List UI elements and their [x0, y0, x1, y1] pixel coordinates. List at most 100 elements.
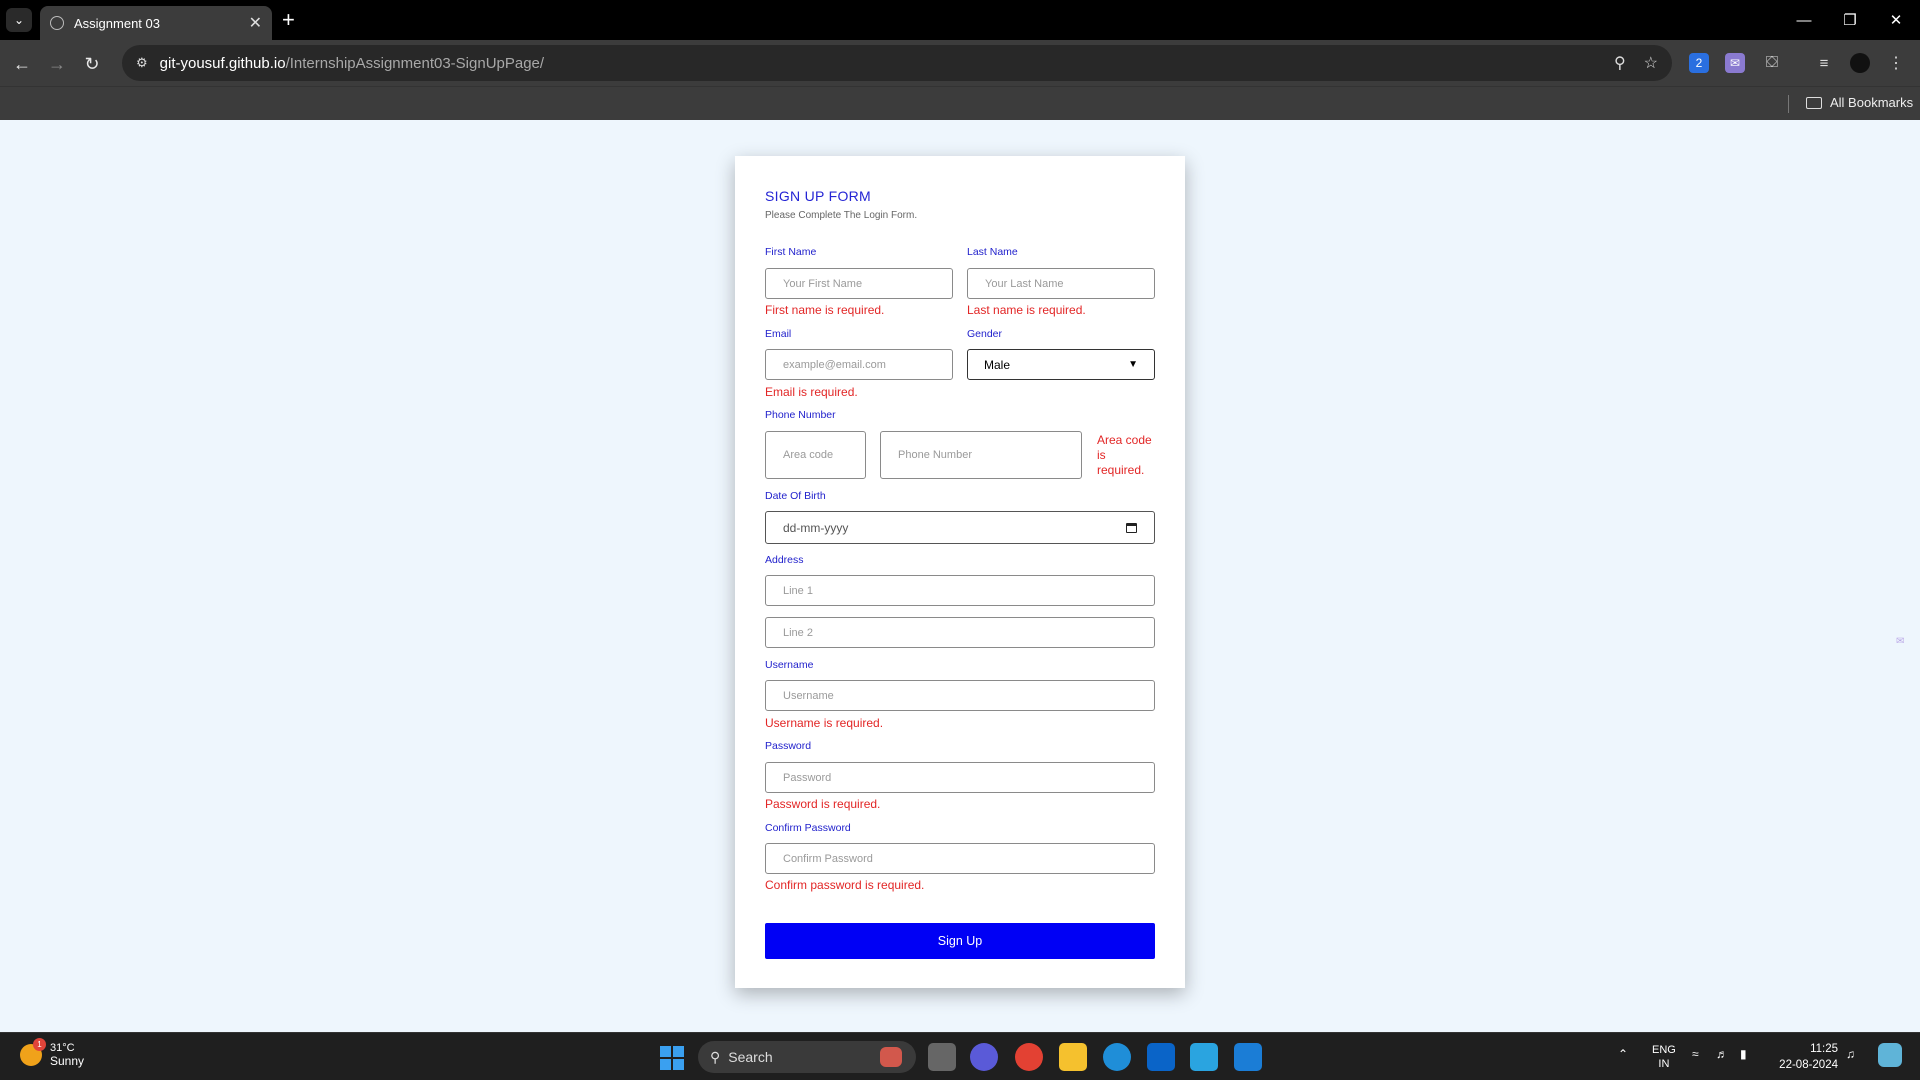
chrome-icon[interactable]: [1015, 1043, 1043, 1071]
url-host: git-yousuf.github.io: [159, 54, 286, 72]
last-name-error: Last name is required.: [967, 303, 1086, 317]
username-label: Username: [765, 659, 814, 671]
email-error: Email is required.: [765, 385, 858, 399]
dob-input[interactable]: dd-mm-yyyy: [765, 511, 1155, 544]
password-error: Password is required.: [765, 797, 881, 811]
language-indicator[interactable]: ENG IN: [1652, 1043, 1676, 1071]
battery-icon[interactable]: ▮: [1740, 1047, 1747, 1061]
gender-label: Gender: [967, 328, 1003, 340]
teams-chat-icon[interactable]: [970, 1043, 998, 1071]
phone-number-input[interactable]: [880, 431, 1082, 479]
outlook-icon[interactable]: [1147, 1043, 1175, 1071]
area-code-input[interactable]: [765, 431, 866, 479]
tray-overflow-icon[interactable]: ⌃: [1618, 1047, 1628, 1061]
extensions-puzzle-icon[interactable]: ⛋: [1762, 53, 1782, 73]
gender-select[interactable]: Male ▼: [967, 349, 1155, 380]
area-code-error-line: Area code: [1097, 433, 1152, 447]
copilot-icon[interactable]: [1878, 1043, 1902, 1067]
globe-icon: [50, 16, 64, 30]
dob-placeholder: dd-mm-yyyy: [783, 520, 849, 535]
browser-tab[interactable]: Assignment 03 ✕: [40, 6, 272, 40]
tab-title: Assignment 03: [74, 15, 160, 31]
bookmarks-separator: [1788, 95, 1789, 113]
side-panel-icon[interactable]: ✉: [1896, 636, 1914, 654]
form-subtitle: Please Complete The Login Form.: [765, 210, 918, 221]
sun-icon: 1: [20, 1038, 46, 1066]
all-bookmarks-button[interactable]: All Bookmarks: [1806, 95, 1913, 110]
back-icon[interactable]: ←: [10, 52, 34, 76]
vscode-icon[interactable]: [1234, 1043, 1262, 1071]
clock-date: 22-08-2024: [1779, 1059, 1838, 1071]
desktop-app-icon[interactable]: [1190, 1043, 1218, 1071]
address-bar[interactable]: ⚙ git-yousuf.github.io/InternshipAssignm…: [122, 45, 1672, 81]
volume-icon[interactable]: ♬: [1716, 1047, 1728, 1061]
last-name-input[interactable]: [967, 268, 1155, 299]
first-name-input[interactable]: [765, 268, 953, 299]
reload-icon[interactable]: ↻: [80, 52, 104, 76]
search-icon: ⚲: [710, 1048, 721, 1065]
password-input[interactable]: [765, 762, 1155, 793]
forward-icon[interactable]: →: [45, 52, 69, 76]
tab-search-chevron-icon[interactable]: ⌄: [6, 8, 32, 32]
address-line2-input[interactable]: [765, 617, 1155, 648]
username-error: Username is required.: [765, 716, 884, 730]
notification-bell-icon[interactable]: ♫: [1846, 1047, 1855, 1061]
close-tab-icon[interactable]: ✕: [249, 13, 262, 33]
dob-label: Date Of Birth: [765, 490, 826, 502]
sign-up-button[interactable]: Sign Up: [765, 923, 1155, 959]
address-label: Address: [765, 554, 804, 566]
new-tab-icon[interactable]: +: [282, 6, 295, 34]
email-input[interactable]: [765, 349, 953, 380]
windows-start-icon[interactable]: [660, 1046, 684, 1070]
restore-icon[interactable]: ❐: [1827, 0, 1873, 40]
windows-taskbar: 1 31°C Sunny ⚲ Search ⌃ ENG IN ≈ ♬ ▮ 11:…: [0, 1032, 1920, 1080]
bookmark-star-icon[interactable]: ☆: [1644, 53, 1658, 73]
area-code-error-line: is: [1097, 448, 1106, 462]
extension-mail-icon[interactable]: ✉: [1725, 53, 1745, 73]
taskbar-search-label: Search: [728, 1049, 773, 1065]
password-label: Password: [765, 740, 812, 752]
gender-selected-value: Male: [984, 357, 1011, 372]
profile-avatar[interactable]: [1850, 53, 1870, 73]
chevron-down-icon: ▼: [1128, 359, 1138, 370]
wifi-icon[interactable]: ≈: [1692, 1047, 1699, 1061]
all-bookmarks-label: All Bookmarks: [1830, 95, 1914, 110]
taskbar-search[interactable]: ⚲ Search: [698, 1041, 916, 1073]
clock[interactable]: 11:25 22-08-2024: [1772, 1041, 1838, 1073]
menu-kebab-icon[interactable]: ⋮: [1886, 53, 1906, 73]
first-name-label: First Name: [765, 246, 817, 258]
site-info-icon[interactable]: ⚙: [136, 55, 148, 71]
weather-temperature: 31°C: [50, 1042, 75, 1054]
extension-badge-icon[interactable]: 2: [1689, 53, 1709, 73]
edge-icon[interactable]: [1103, 1043, 1131, 1071]
window-close-icon[interactable]: ✕: [1873, 0, 1919, 40]
area-code-error: Area code is required.: [1097, 433, 1152, 478]
url-path: /InternshipAssignment03-SignUpPage/: [285, 54, 545, 72]
last-name-label: Last Name: [967, 246, 1018, 258]
task-view-icon[interactable]: [928, 1043, 956, 1071]
minimize-icon[interactable]: —: [1781, 0, 1827, 40]
email-label: Email: [765, 328, 792, 340]
weather-condition: Sunny: [50, 1054, 85, 1068]
folder-icon: [1806, 96, 1822, 109]
weather-widget[interactable]: 1 31°C Sunny: [20, 1038, 85, 1068]
bookmarks-bar: All Bookmarks: [0, 86, 1920, 120]
confirm-password-error: Confirm password is required.: [765, 878, 925, 892]
reading-list-icon[interactable]: ≡: [1814, 53, 1834, 73]
address-line1-input[interactable]: [765, 575, 1155, 606]
weather-badge: 1: [33, 1038, 46, 1051]
area-code-error-line: required.: [1097, 463, 1145, 477]
search-highlight-icon: [880, 1047, 902, 1067]
signup-form-card: SIGN UP FORM Please Complete The Login F…: [735, 156, 1185, 988]
username-input[interactable]: [765, 680, 1155, 711]
confirm-password-input[interactable]: [765, 843, 1155, 874]
calendar-icon[interactable]: [1126, 522, 1137, 533]
language-top: ENG: [1652, 1044, 1676, 1056]
form-title: SIGN UP FORM: [765, 188, 872, 204]
browser-toolbar: ← → ↻ ⚙ git-yousuf.github.io/InternshipA…: [0, 40, 1920, 86]
phone-label: Phone Number: [765, 409, 836, 421]
browser-tab-bar: ⌄ Assignment 03 ✕ + — ❐ ✕: [0, 0, 1920, 40]
file-explorer-icon[interactable]: [1059, 1043, 1087, 1071]
confirm-password-label: Confirm Password: [765, 822, 851, 834]
zoom-icon[interactable]: ⚲: [1614, 53, 1626, 73]
